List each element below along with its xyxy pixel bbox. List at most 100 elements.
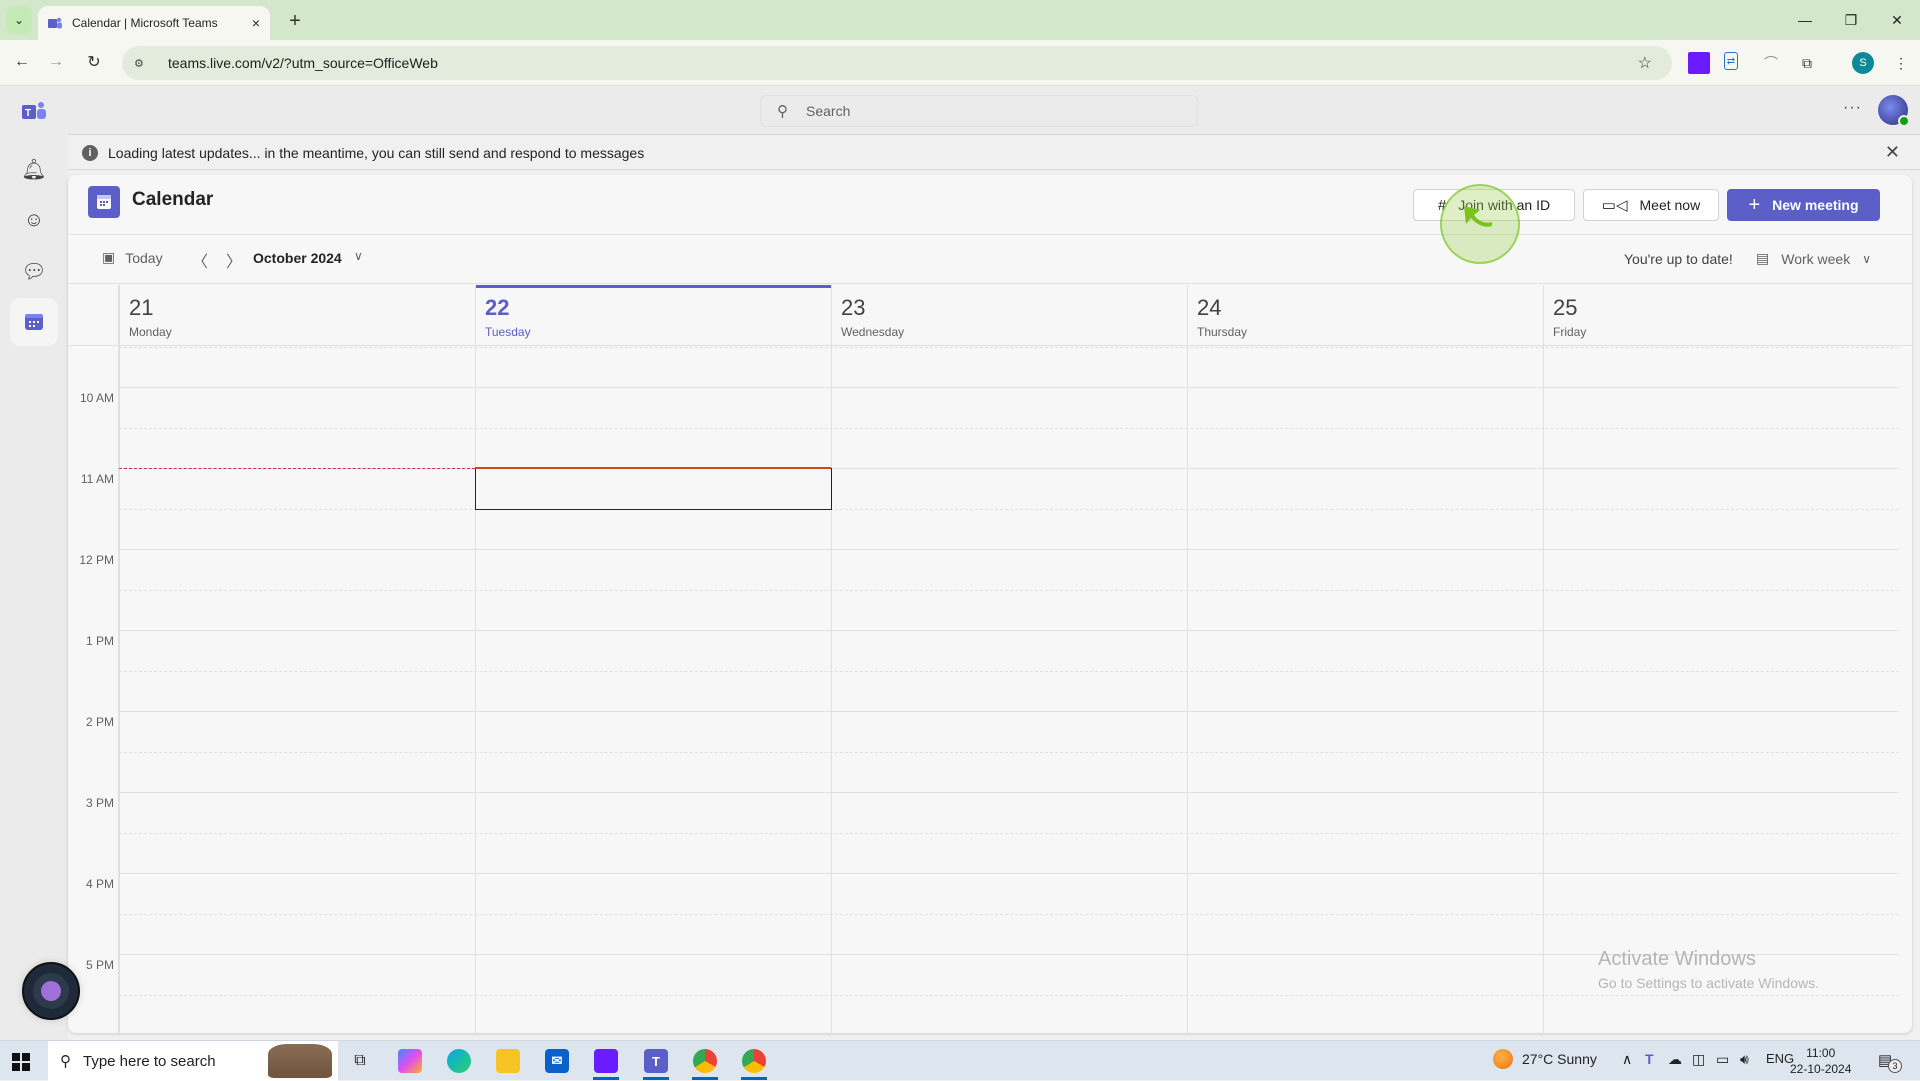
view-selector[interactable]: ▤ Work week ∨ (1756, 250, 1871, 267)
extensions-puzzle-icon[interactable]: ⧉ (1796, 52, 1818, 74)
sync-status: You're up to date! (1624, 251, 1733, 267)
teams-taskbar-icon[interactable]: T (644, 1049, 668, 1073)
day-header[interactable]: 24 Thursday (1187, 285, 1543, 345)
restore-button[interactable]: ❐ (1828, 6, 1874, 34)
back-icon[interactable]: ← (10, 50, 34, 74)
next-week-button[interactable]: 〉 (226, 248, 242, 272)
video-camera-icon: ▭◁ (1601, 197, 1628, 214)
watermark-title: Activate Windows (1598, 948, 1756, 970)
volume-icon[interactable]: 🔊︎ (1740, 1051, 1749, 1068)
taskbar-clock[interactable]: 11:00 22-10-2024 (1790, 1045, 1851, 1077)
forward-icon[interactable]: → (44, 50, 68, 74)
rail-activity[interactable]: 🔔︎ (10, 145, 58, 193)
address-bar[interactable]: ⚙ teams.live.com/v2/?utm_source=OfficeWe… (122, 46, 1672, 80)
svg-text:T: T (25, 108, 31, 119)
taskbar-app-icon[interactable] (594, 1049, 618, 1073)
watermark-subtitle: Go to Settings to activate Windows. (1598, 975, 1819, 991)
camera-icon[interactable]: ◫ (1692, 1051, 1705, 1068)
day-column-divider (119, 285, 120, 1033)
notification-count: 3 (1888, 1059, 1902, 1073)
new-meeting-button[interactable]: + New meeting (1727, 189, 1880, 221)
windows-start-icon[interactable] (12, 1053, 30, 1071)
tab-search-button[interactable]: ⌄ (6, 6, 32, 34)
recorder-button[interactable] (22, 962, 80, 1020)
extension-icon-3[interactable]: ⌒ (1760, 52, 1782, 74)
browser-menu-icon[interactable]: ⋮ (1890, 52, 1912, 74)
today-label: Today (125, 249, 163, 266)
rail-calendar[interactable] (10, 298, 58, 346)
copilot-icon[interactable] (398, 1049, 422, 1073)
teams-search-input[interactable]: ⚲ Search (760, 95, 1198, 127)
chrome-profile-s-icon[interactable] (742, 1049, 766, 1073)
more-options-icon[interactable]: ··· (1843, 99, 1862, 117)
chrome-profile-a-icon[interactable] (693, 1049, 717, 1073)
browser-profile-avatar[interactable]: S (1852, 52, 1874, 74)
previous-week-button[interactable]: 〈 (192, 248, 208, 272)
day-name: Tuesday (485, 325, 531, 339)
people-icon: ☺︎ (23, 208, 45, 231)
day-name: Thursday (1197, 325, 1248, 339)
show-hidden-icons[interactable]: ∧ (1622, 1051, 1632, 1068)
notification-center-icon[interactable]: ▤ 3 (1878, 1051, 1902, 1073)
network-icon[interactable]: ▭ (1716, 1051, 1729, 1068)
hour-label: 5 PM (85, 958, 114, 972)
chat-icon: 💬︎ (21, 260, 47, 283)
taskbar-search[interactable]: ⚲ Type here to search (48, 1041, 338, 1081)
calendar-app-icon (88, 186, 120, 218)
new-meeting-label: New meeting (1772, 197, 1859, 213)
onedrive-icon[interactable]: ☁ (1668, 1051, 1682, 1068)
day-header[interactable]: 23 Wednesday (831, 285, 1187, 345)
teams-tray-icon[interactable]: T (1645, 1051, 1654, 1067)
hour-label: 3 PM (85, 796, 114, 810)
close-window-button[interactable]: ✕ (1874, 6, 1920, 34)
mail-icon[interactable]: ✉ (545, 1049, 569, 1073)
day-column-divider (831, 285, 832, 1033)
weather-text[interactable]: 27°C Sunny (1522, 1051, 1597, 1067)
today-button[interactable]: ▣ Today (102, 249, 163, 266)
hour-label: 12 PM (79, 553, 114, 567)
activate-windows-watermark: Activate Windows Go to Settings to activ… (1598, 948, 1819, 991)
search-highlight-image (268, 1044, 332, 1078)
day-number: 24 (1197, 295, 1222, 320)
tab-title: Calendar | Microsoft Teams (72, 16, 218, 30)
selected-time-slot[interactable] (475, 468, 832, 510)
banner-close-icon[interactable]: ✕ (1885, 142, 1900, 163)
edge-icon[interactable] (447, 1049, 471, 1073)
day-column-divider (1543, 285, 1544, 1033)
meet-now-button[interactable]: ▭◁ Meet now (1583, 189, 1719, 221)
calendar-today-icon: ▣ (102, 249, 116, 265)
day-number: 21 (129, 295, 154, 320)
task-view-icon[interactable]: ⧉ (348, 1049, 372, 1073)
info-icon: i (82, 144, 98, 161)
current-time-line (119, 468, 475, 469)
day-header[interactable]: 21 Monday (119, 285, 475, 345)
taskbar-search-placeholder: Type here to search (83, 1052, 216, 1070)
day-header[interactable]: 25 Friday (1543, 285, 1899, 345)
month-picker[interactable]: October 2024 (253, 250, 342, 266)
cursor-arrow-icon (1464, 206, 1492, 227)
day-number: 22 (485, 295, 510, 320)
chevron-down-icon: ∨ (1862, 251, 1872, 266)
bookmark-star-icon[interactable]: ☆ (1638, 53, 1652, 73)
day-header[interactable]: 22 Tuesday (475, 285, 831, 345)
extension-icon-2[interactable]: ⇄ (1724, 52, 1738, 70)
view-icon: ▤ (1756, 250, 1770, 266)
site-info-icon[interactable]: ⚙ (134, 57, 154, 70)
rail-chat[interactable]: 💬︎ (10, 247, 58, 295)
new-tab-button[interactable]: + (282, 8, 308, 34)
weather-sun-icon[interactable] (1493, 1049, 1513, 1069)
browser-tab-teams[interactable]: Calendar | Microsoft Teams × (38, 6, 270, 40)
user-avatar[interactable] (1878, 95, 1910, 127)
extension-icon-1[interactable] (1688, 52, 1710, 74)
teams-logo-icon[interactable]: T (22, 100, 46, 122)
tab-close-icon[interactable]: × (252, 15, 260, 31)
calendar-icon (25, 314, 43, 330)
half-hour-line (119, 913, 1899, 915)
file-explorer-icon[interactable] (496, 1049, 520, 1073)
minimize-button[interactable]: — (1782, 6, 1828, 34)
hour-line (119, 549, 1899, 550)
reload-icon[interactable]: ↻ (82, 50, 106, 74)
day-column-divider (1187, 285, 1188, 1033)
chevron-down-icon[interactable]: ∨ (354, 249, 363, 263)
rail-communities[interactable]: ☺︎ (10, 196, 58, 244)
